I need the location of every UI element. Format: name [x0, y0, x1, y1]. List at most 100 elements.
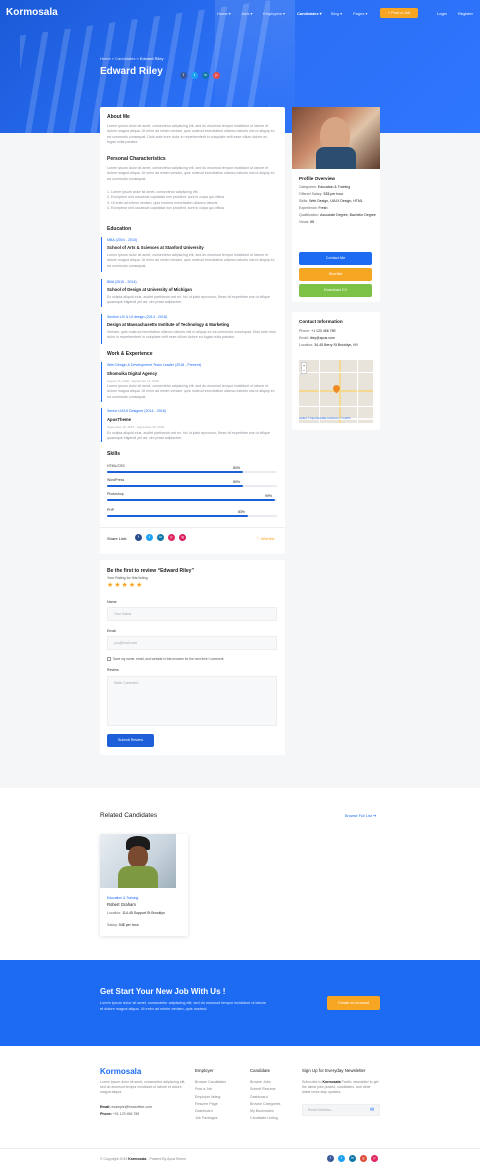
send-icon[interactable]: ✉ — [370, 1107, 374, 1113]
instagram-icon[interactable]: ig — [179, 534, 186, 541]
contact-location: 34-45 Berry St Brooklyn, NY — [314, 343, 359, 347]
google-plus-icon[interactable]: g — [360, 1155, 367, 1162]
nav-pages[interactable]: Pages ▾ — [353, 11, 367, 16]
post-job-button[interactable]: + Post a Job — [380, 8, 418, 18]
share-label: Share Link: — [107, 536, 128, 541]
footer-link[interactable]: Dashboard — [195, 1108, 226, 1115]
education-school: School of Arts & Sciences at Stanford Un… — [107, 245, 204, 250]
download-cv-button[interactable]: Download CV — [299, 284, 372, 297]
review-title: Be the first to review “Edward Riley” — [107, 568, 194, 574]
email-label: Email — [107, 629, 116, 633]
footer-link[interactable]: Browse Candidates — [195, 1079, 226, 1086]
shirt-shape — [316, 147, 356, 169]
location-map[interactable]: + − Leaflet | © OpenStreetMap contributor… — [299, 360, 373, 423]
education-school: Design at Massachusetts Institute of Tec… — [107, 322, 230, 327]
nav-jobs[interactable]: Jobs ▾ — [241, 11, 253, 16]
nav-employers[interactable]: Employers ▾ — [263, 11, 285, 16]
education-tag: MBA (2004 - 2010) — [107, 238, 138, 242]
nav-blog[interactable]: Blog ▾ — [331, 11, 342, 16]
breadcrumb-home[interactable]: Home — [100, 56, 111, 61]
footer-link[interactable]: My Bookmarks — [250, 1108, 280, 1115]
submit-review-button[interactable]: Submit Review — [107, 734, 154, 747]
contact-row: Email: riley@apus.com — [299, 335, 377, 342]
review-textarea[interactable]: Write Comment — [107, 676, 277, 726]
skill-name: PHP — [107, 508, 115, 512]
linkedin-icon[interactable]: in — [157, 534, 164, 541]
footer-email-value[interactable]: example@headoffice.com — [112, 1105, 152, 1109]
twitter-icon[interactable]: t — [146, 534, 153, 541]
pinterest-icon[interactable]: p — [371, 1155, 378, 1162]
skill-bar — [107, 471, 277, 473]
facebook-icon[interactable]: f — [135, 534, 142, 541]
personal-characteristics-text: Lorem ipsum dolor sit amet, consectetur … — [107, 166, 275, 181]
email-input[interactable]: you@mail.com — [107, 636, 277, 650]
footer-candidate-title: Candidate — [250, 1068, 271, 1073]
overview-row: Skills: Web Design, UI/UX Design, HTML — [299, 198, 377, 205]
browse-full-list-link[interactable]: Browse Full List ➜ — [345, 813, 376, 818]
facebook-icon[interactable]: f — [180, 72, 187, 79]
footer-link[interactable]: Browse Categories — [250, 1101, 280, 1108]
twitter-icon[interactable]: t — [191, 72, 198, 79]
skill-name: WordPress — [107, 478, 125, 482]
jacket-shape — [118, 866, 158, 888]
site-logo[interactable]: Kormosala — [6, 7, 58, 18]
breadcrumb-separator: » — [136, 56, 139, 61]
footer-link[interactable]: Resume Page — [195, 1101, 226, 1108]
skill-bar — [107, 485, 277, 487]
related-name[interactable]: Robert Graham — [107, 902, 136, 907]
name-label: Name — [107, 600, 117, 604]
overview-value: Associate Degree, Bachelor Degree — [320, 213, 376, 217]
twitter-icon[interactable]: t — [338, 1155, 345, 1162]
breadcrumb-current: Edward Riley — [139, 56, 164, 61]
breadcrumb: Home » Candidates » Edward Riley — [100, 56, 163, 61]
contact-email[interactable]: riley@apus.com — [310, 336, 335, 340]
related-candidate-photo — [100, 834, 176, 888]
footer-employer-links: Browse Candidates Post a Job Employer li… — [195, 1079, 226, 1123]
work-title: Work & Experience — [107, 351, 153, 357]
nav-home[interactable]: Home ▾ — [217, 11, 231, 16]
rating-stars[interactable]: ★★★★★ — [107, 581, 143, 589]
map-street — [299, 406, 373, 407]
contact-me-button[interactable]: Contact Me — [299, 252, 372, 265]
save-checkbox[interactable] — [107, 657, 111, 661]
map-credit: Leaflet | © OpenStreetMap contributors, … — [299, 418, 373, 420]
footer-link[interactable]: Employer listing — [195, 1094, 226, 1101]
nav-candidates[interactable]: Candidates ▾ — [297, 11, 322, 16]
timeline-line — [101, 314, 102, 344]
create-account-button[interactable]: Create an Account — [327, 996, 380, 1010]
newsletter-email-input[interactable]: Email Address... — [302, 1104, 380, 1116]
footer-candidate-links: Browse Jobs Submit Resume Dashboard Brow… — [250, 1079, 280, 1123]
footer-link[interactable]: Submit Resume — [250, 1086, 280, 1093]
footer-logo[interactable]: Kormosala — [100, 1067, 141, 1076]
footer-link[interactable]: Dashboard — [250, 1094, 280, 1101]
related-category: Education & Training — [107, 896, 139, 900]
pinterest-icon[interactable]: p — [213, 72, 220, 79]
footer-link[interactable]: Post a Job — [195, 1086, 226, 1093]
overview-key: Views: — [299, 220, 310, 224]
education-text: Veniam, quis nostrud exercitation ullamc… — [107, 330, 277, 340]
name-input[interactable]: Your Name — [107, 607, 277, 621]
education-tag: Section UX & UI design (2014 - 2018) — [107, 315, 168, 319]
timeline-line — [101, 279, 102, 307]
skill-value: 80% — [233, 466, 241, 470]
wishlist-button[interactable]: ♡ Wishlist — [256, 536, 274, 541]
facebook-icon[interactable]: f — [327, 1155, 334, 1162]
breadcrumb-candidates[interactable]: Candidates — [115, 56, 135, 61]
register-link[interactable]: Register — [458, 11, 473, 16]
skill-value: 83% — [238, 510, 246, 514]
linkedin-icon[interactable]: in — [202, 72, 209, 79]
footer-link[interactable]: Browse Jobs — [250, 1079, 280, 1086]
pinterest-icon[interactable]: p — [168, 534, 175, 541]
footer-link[interactable]: Job Packages — [195, 1115, 226, 1122]
contact-row: Location: 34-45 Berry St Brooklyn, NY — [299, 342, 377, 349]
shortlist-button[interactable]: Shortlist — [299, 268, 372, 281]
related-location: Location: 114-45 Support St Brooklyn — [107, 910, 181, 916]
linkedin-icon[interactable]: in — [349, 1155, 356, 1162]
copyright-post: - Powerd By ApusTheme — [146, 1157, 187, 1161]
login-link[interactable]: Login — [437, 11, 447, 16]
related-salary: Salary: 54$ per hour — [107, 923, 139, 927]
footer-employer-title: Employer — [195, 1068, 214, 1073]
map-zoom-control[interactable]: + − — [301, 362, 307, 374]
footer-link[interactable]: Candidate Listing — [250, 1115, 280, 1122]
skill-name: Photoshop — [107, 492, 124, 496]
